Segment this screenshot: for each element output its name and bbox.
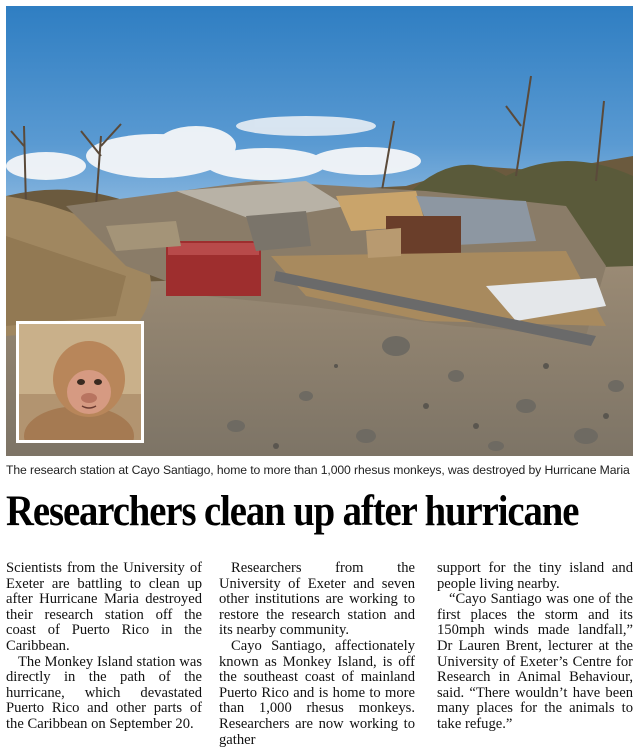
article-column-2: Researchers from the University of Exete… <box>219 560 415 748</box>
article-column-1: Scientists from the University of Exeter… <box>6 560 202 733</box>
paragraph: support for the tiny island and people l… <box>437 560 633 592</box>
paragraph: “Cayo Santiago was one of the first plac… <box>437 591 633 732</box>
paragraph: Researchers from the University of Exete… <box>219 560 415 639</box>
paragraph: Cayo Santiago, affectionately known as M… <box>219 637 415 748</box>
monkey-icon <box>19 324 141 440</box>
paragraph: The Monkey Island station was directly i… <box>6 653 202 732</box>
monkey-inset-photo <box>16 321 144 443</box>
headline: Researchers clean up after hurricane <box>6 488 579 535</box>
photo-caption: The research station at Cayo Santiago, h… <box>6 463 630 477</box>
article-column-3: support for the tiny island and people l… <box>437 560 633 733</box>
paragraph: Scientists from the University of Exeter… <box>6 560 202 654</box>
